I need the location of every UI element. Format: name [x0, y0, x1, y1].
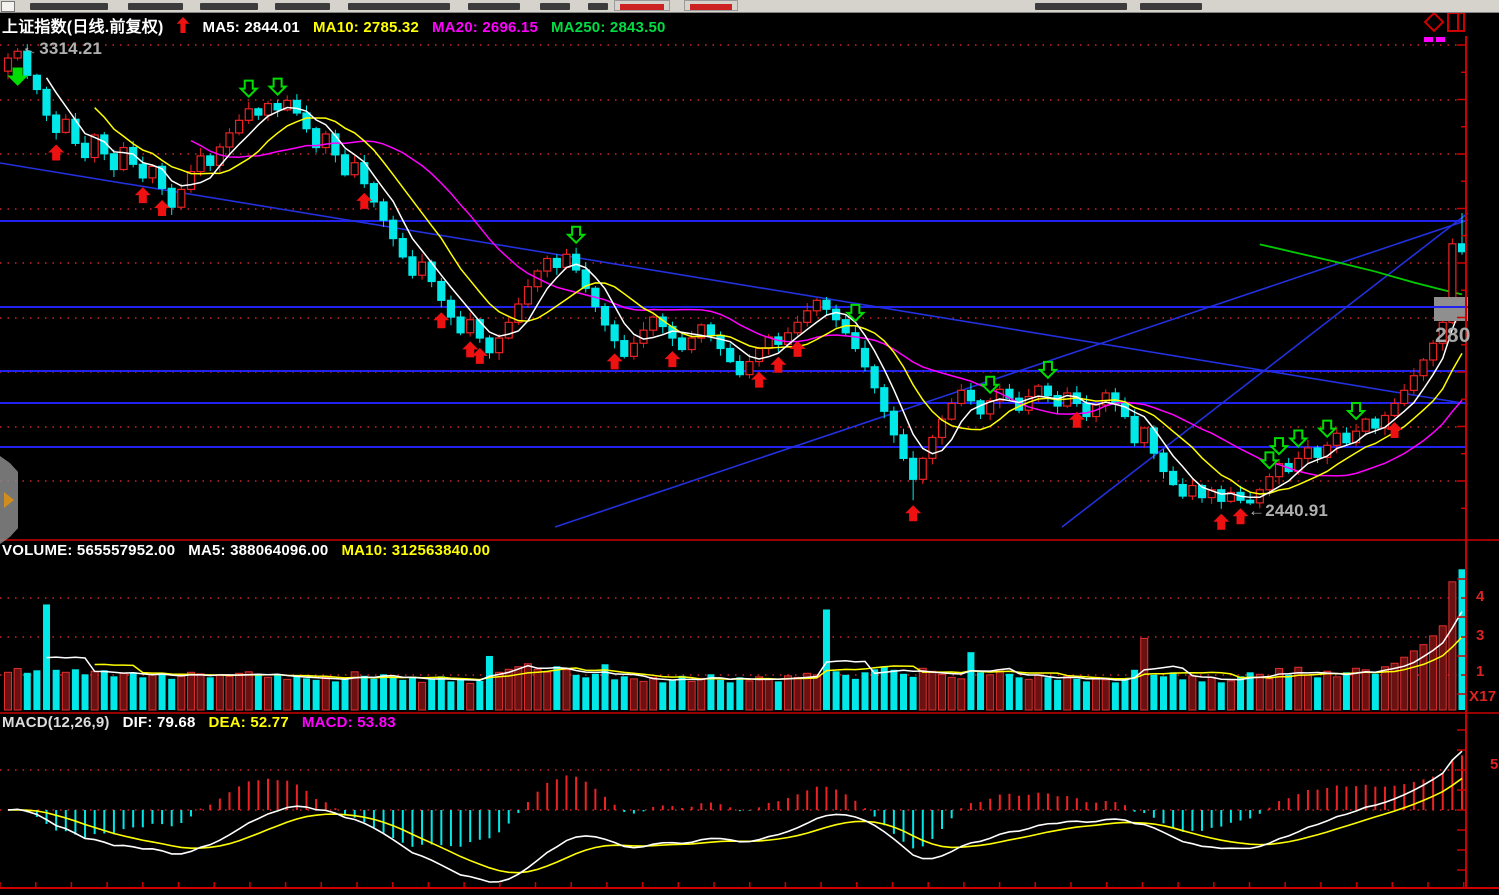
- low-price-value: 2440.91: [1265, 501, 1329, 520]
- macd-value: MACD: 53.83: [301, 714, 396, 731]
- app-icon: [1, 1, 15, 12]
- volume-multiplier-label: X17: [1469, 688, 1497, 705]
- last-price-label: 280: [1435, 324, 1471, 347]
- volume-ma10-line: [94, 636, 1463, 681]
- menu-item-fragment[interactable]: [588, 3, 608, 10]
- diamond-icon[interactable]: [1423, 11, 1445, 33]
- volume-axis-label-4: 4: [1476, 588, 1485, 605]
- menu-bar[interactable]: [0, 0, 1499, 13]
- volume-axis-label-1: 1: [1476, 663, 1485, 680]
- menu-item-fragment[interactable]: [1140, 3, 1202, 10]
- menu-red-button[interactable]: [614, 0, 670, 11]
- indicator-header-volume: VOLUME: 565557952.00 MA5: 388064096.00 M…: [2, 542, 490, 559]
- menu-item-fragment[interactable]: [128, 3, 183, 10]
- ma10-value: MA10: 2785.32: [312, 19, 419, 36]
- pages-icon[interactable]: [1447, 12, 1465, 32]
- menu-item-fragment[interactable]: [540, 3, 570, 10]
- menu-item-fragment[interactable]: [200, 3, 258, 10]
- chart-canvas: [0, 11, 1499, 889]
- signal-arrows-layer: [7, 67, 1403, 530]
- volume-ma5-value: MA5: 388064096.00: [188, 542, 329, 559]
- up-arrow-icon: [176, 17, 190, 33]
- dif-line: [7, 750, 1463, 883]
- macd-axis-label: 5: [1490, 756, 1499, 773]
- ma5-value: MA5: 2844.01: [202, 19, 300, 36]
- menu-item-fragment[interactable]: [30, 3, 108, 10]
- volume-ma10-value: MA10: 312563840.00: [341, 542, 491, 559]
- annotation-arrow-icon: ←: [1248, 501, 1266, 520]
- macd-title: MACD(12,26,9): [2, 714, 110, 731]
- symbol-title: 上证指数(日线.前复权): [2, 19, 164, 36]
- sidebar-expand-tab[interactable]: [0, 456, 18, 544]
- expand-arrow-icon: [4, 492, 14, 508]
- dif-value: DIF: 79.68: [122, 714, 196, 731]
- volume-value: VOLUME: 565557952.00: [2, 542, 176, 559]
- indicator-header-main: 上证指数(日线.前复权) MA5: 2844.01 MA10: 2785.32 …: [2, 13, 666, 37]
- ma250-line: [1259, 243, 1463, 296]
- menu-item-fragment[interactable]: [348, 3, 450, 10]
- peak-price-annotation: ←3314.21: [19, 36, 103, 60]
- dea-line: [7, 777, 1463, 874]
- menu-red-button[interactable]: [684, 0, 738, 11]
- magenta-dash-marker: [1436, 37, 1445, 42]
- indicator-header-macd: MACD(12,26,9) DIF: 79.68 DEA: 52.77 MACD…: [2, 714, 396, 731]
- peak-price-value: 3314.21: [39, 39, 103, 58]
- menu-item-fragment[interactable]: [275, 3, 330, 10]
- ma10-line: [94, 107, 1463, 495]
- volume-bars-layer: [4, 569, 1466, 711]
- magenta-dash-marker: [1424, 37, 1433, 42]
- ma20-value: MA20: 2696.15: [431, 19, 538, 36]
- menu-item-fragment[interactable]: [468, 3, 520, 10]
- dea-value: DEA: 52.77: [208, 714, 289, 731]
- ma250-value: MA250: 2843.50: [550, 19, 666, 36]
- volume-ma5-line: [46, 611, 1463, 681]
- candles-layer: [3, 44, 1467, 509]
- menu-item-fragment[interactable]: [1035, 3, 1127, 10]
- low-price-annotation: ←2440.91: [1248, 501, 1328, 521]
- volume-axis-label-3: 3: [1476, 627, 1485, 644]
